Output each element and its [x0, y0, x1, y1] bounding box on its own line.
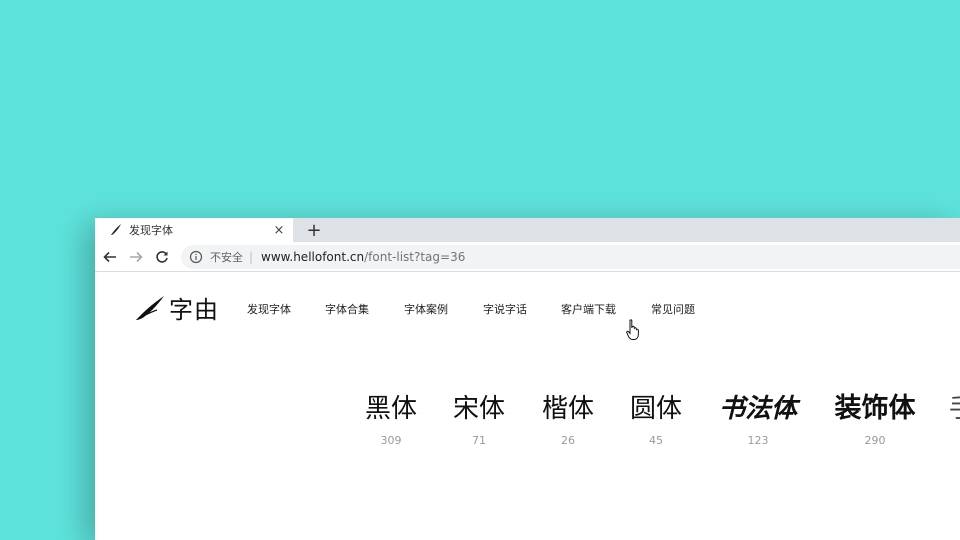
- security-status: 不安全: [210, 251, 243, 264]
- back-arrow-icon[interactable]: [101, 248, 119, 266]
- tab-bar: 发现字体 × +: [95, 218, 960, 242]
- url-host: www.hellofont.cn: [261, 250, 365, 264]
- font-category-songti[interactable]: 宋体 71: [449, 388, 509, 447]
- font-category-row: 黑体 309 宋体 71 楷体 26 圆体 45 书法体 123 装饰体 290…: [95, 388, 960, 458]
- font-category-name: 书法体: [718, 394, 797, 424]
- font-category-zhuangshiti[interactable]: 装饰体 290: [831, 388, 919, 447]
- site-logo[interactable]: 字由: [135, 290, 219, 325]
- omnibox-separator: |: [249, 250, 254, 264]
- info-icon[interactable]: [189, 250, 203, 264]
- font-category-count: 290: [864, 434, 886, 447]
- tab-title: 发现字体: [129, 224, 173, 237]
- address-bar[interactable]: 不安全 | www.hellofont.cn/font-list?tag=36: [181, 245, 960, 269]
- font-category-name: 圆体: [629, 394, 682, 424]
- font-category-name: 手: [947, 388, 960, 430]
- font-category-yuanti[interactable]: 圆体 45: [626, 388, 686, 447]
- brush-logo-icon: [136, 295, 164, 320]
- font-category-heiti[interactable]: 黑体 309: [361, 388, 421, 447]
- font-category-name: 楷体: [541, 394, 594, 424]
- site-header: 字由 发现字体 字体合集 字体案例 字说字话 客户端下载 常见问题: [95, 272, 960, 342]
- nav-item-faq[interactable]: 常见问题: [651, 301, 695, 317]
- font-category-count: 26: [561, 434, 575, 447]
- brush-favicon-icon: [109, 223, 123, 237]
- new-tab-button[interactable]: +: [303, 219, 325, 241]
- nav-item-discover-fonts[interactable]: 发现字体: [247, 301, 291, 317]
- nav-item-client-download[interactable]: 客户端下载: [561, 301, 616, 317]
- font-category-kaiti[interactable]: 楷体 26: [538, 388, 598, 447]
- nav-item-font-cases[interactable]: 字体案例: [404, 301, 448, 317]
- font-category-count: 71: [472, 434, 486, 447]
- font-category-count: 123: [747, 434, 769, 447]
- hand-pointer-cursor-icon: [626, 319, 639, 340]
- browser-window: 发现字体 × + 不安全 | www.hellofont.cn/font-lis…: [95, 218, 960, 540]
- nav-item-font-talk[interactable]: 字说字话: [483, 301, 527, 317]
- forward-arrow-icon[interactable]: [127, 248, 145, 266]
- font-category-count: 309: [380, 434, 402, 447]
- font-category-name: 宋体: [452, 394, 505, 424]
- nav-item-font-collections[interactable]: 字体合集: [325, 301, 369, 317]
- url-path: /font-list?tag=36: [364, 250, 466, 264]
- browser-toolbar: 不安全 | www.hellofont.cn/font-list?tag=36: [95, 242, 960, 272]
- font-category-shufati[interactable]: 书法体 123: [713, 388, 803, 447]
- browser-tab-active[interactable]: 发现字体 ×: [95, 218, 293, 242]
- font-category-partial[interactable]: 手: [947, 388, 960, 434]
- font-category-count: 45: [649, 434, 663, 447]
- tab-close-icon[interactable]: ×: [271, 222, 287, 238]
- font-category-name: 黑体: [364, 394, 417, 424]
- font-category-name: 装饰体: [834, 393, 916, 424]
- reload-icon[interactable]: [153, 248, 171, 266]
- logo-text: 字由: [169, 296, 219, 324]
